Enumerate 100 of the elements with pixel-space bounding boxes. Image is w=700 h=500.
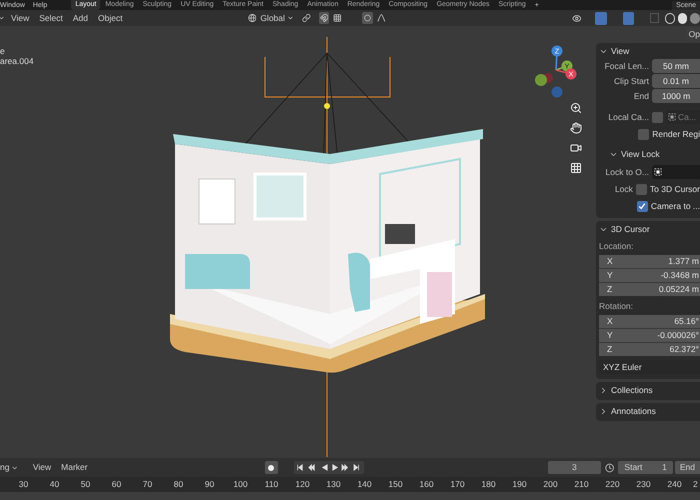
end-frame-field[interactable]: End	[674, 461, 700, 474]
frame-number: 140	[356, 478, 373, 491]
panel-title: Collections	[611, 384, 653, 396]
field-label: Local Ca...	[607, 110, 649, 124]
frame-ruler[interactable]: 30 40 50 60 70 80 90 100 110 120 130 140 150 160 170 180 190 200 210 220 230 240 2	[0, 477, 700, 492]
checkbox[interactable]	[638, 128, 650, 140]
object-icon	[668, 113, 676, 121]
frame-number: 60	[110, 478, 122, 491]
playback-controls-icon[interactable]	[294, 461, 364, 474]
chevron-right-icon[interactable]	[599, 386, 608, 394]
frame-number: 100	[232, 478, 249, 491]
shading-mode-icon[interactable]	[678, 12, 688, 24]
axis-label: X	[607, 255, 613, 268]
menu-item[interactable]: Object	[98, 12, 123, 24]
vector-field[interactable]: Z 0.05224 m	[599, 283, 700, 296]
axis-value: -0.3468 m	[660, 269, 699, 282]
frame-number: 130	[325, 478, 342, 491]
frame-number: 170	[449, 478, 466, 491]
proportional-editing-icon[interactable]	[362, 12, 374, 24]
panel-header[interactable]: 3D Cursor	[599, 221, 700, 237]
vector-field[interactable]: Y -0.000026°	[599, 329, 700, 342]
number-field[interactable]: 0.01 m	[652, 74, 700, 88]
frame-number: 190	[511, 478, 528, 491]
subpanel-header[interactable]: View Lock	[599, 146, 700, 162]
menu-item[interactable]: Select	[39, 12, 63, 24]
checkbox-label[interactable]: To 3D Cursor	[650, 182, 700, 196]
checkmark-icon	[638, 202, 646, 210]
frame-number: 230	[635, 478, 652, 491]
link-icon[interactable]	[302, 13, 311, 23]
frame-number: 90	[204, 478, 216, 491]
axis-label: Z	[607, 343, 612, 356]
checkbox-label[interactable]: Camera to ...	[650, 200, 700, 212]
hand-icon[interactable]	[570, 122, 582, 134]
camera-icon[interactable]	[570, 142, 582, 154]
field-label: End	[632, 90, 649, 102]
start-frame-field[interactable]: Start 1	[618, 461, 673, 474]
number-field[interactable]: 1000 m	[652, 89, 700, 103]
checkbox[interactable]	[652, 112, 663, 122]
frame-number: 120	[294, 478, 311, 491]
vector-field[interactable]: Z 62.372°	[599, 343, 700, 356]
panel-title: View	[611, 44, 630, 58]
frame-number: 40	[48, 478, 60, 491]
field-label: Focal Len...	[604, 60, 649, 72]
field-label: Lock to O...	[604, 166, 649, 178]
field-label: Start	[624, 461, 642, 474]
panel-header[interactable]: Annotations	[599, 403, 700, 419]
menu-item[interactable]: View	[10, 12, 30, 24]
visibility-icon[interactable]	[572, 12, 582, 24]
axis-label: Y	[607, 269, 613, 282]
viewport[interactable]	[0, 26, 700, 458]
current-frame-field[interactable]: 3	[548, 461, 602, 474]
frame-number: 180	[480, 478, 497, 491]
chevron-right-icon[interactable]	[599, 406, 608, 416]
axis-value: 62.372°	[670, 343, 699, 356]
stopwatch-icon[interactable]	[605, 462, 614, 472]
checkbox[interactable]	[636, 184, 647, 194]
panel-header[interactable]: Collections	[599, 382, 700, 398]
field-label: Clip Start	[613, 74, 649, 88]
frame-number: 110	[264, 478, 280, 491]
menu-item[interactable]: ng	[0, 461, 10, 474]
group-label: Rotation:	[599, 300, 634, 313]
frame-number: 240	[666, 478, 683, 491]
vector-field[interactable]: X 1.377 m	[599, 255, 700, 268]
object-field[interactable]	[652, 165, 700, 179]
checkbox[interactable]	[636, 200, 648, 212]
frame-number: 80	[172, 478, 184, 491]
menu-item[interactable]: Marker	[61, 461, 88, 474]
checkbox-label[interactable]: Render Regi	[652, 128, 700, 140]
chevron-down-icon[interactable]	[286, 14, 294, 22]
vector-field[interactable]: Y -0.3468 m	[599, 269, 700, 282]
overlay-text: e	[0, 46, 5, 56]
shading-mode-icon[interactable]	[665, 12, 675, 24]
menu-item[interactable]: Add	[72, 12, 88, 24]
menu-item[interactable]: View	[32, 461, 52, 474]
xray-toggle[interactable]	[650, 13, 659, 23]
axis-value: 0.05224 m	[658, 283, 699, 296]
frame-number: 2	[692, 478, 698, 491]
zoom-icon[interactable]	[570, 102, 582, 114]
vector-field[interactable]: X 65.16°	[599, 315, 700, 328]
number-field[interactable]: 50 mm	[652, 59, 700, 73]
overlay-toggle[interactable]	[622, 12, 634, 24]
subpanel-title: View Lock	[621, 148, 660, 160]
frame-number: 70	[142, 478, 154, 491]
frame-number: 160	[418, 478, 435, 491]
chevron-down-icon[interactable]	[11, 464, 19, 472]
panel-header[interactable]: View	[599, 43, 700, 59]
frame-number: 210	[573, 478, 590, 491]
axis-label: Z	[607, 283, 612, 296]
orientation-dropdown[interactable]: Global	[260, 12, 285, 24]
object-field-placeholder: Ca...	[678, 110, 696, 124]
axis-label: Y	[607, 329, 613, 342]
gizmo-toggle[interactable]	[595, 12, 607, 24]
grid-icon[interactable]	[333, 13, 342, 23]
chevron-down-icon[interactable]	[0, 14, 5, 22]
magnet-icon[interactable]	[318, 12, 330, 24]
transform-orientation-icon[interactable]	[248, 13, 256, 23]
record-button[interactable]	[264, 461, 278, 474]
falloff-curve-icon[interactable]	[377, 13, 386, 23]
panel-title: 3D Cursor	[611, 222, 650, 236]
frame-number: 220	[604, 478, 621, 491]
